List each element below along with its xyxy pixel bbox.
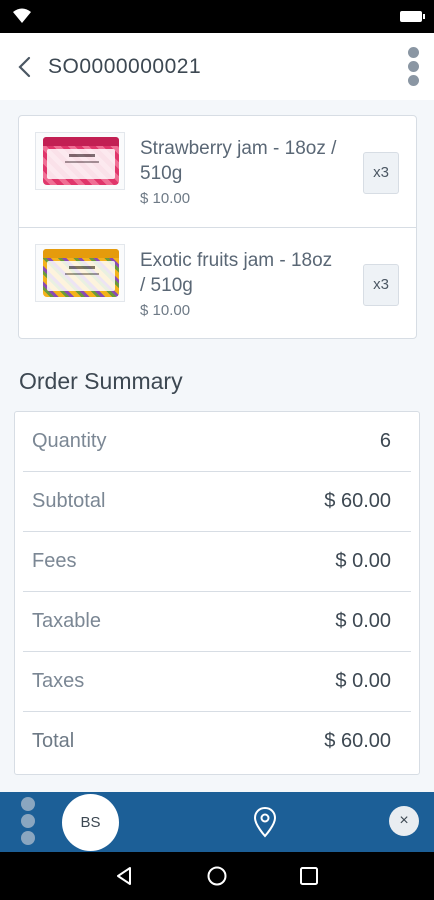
system-navigation-bar: [0, 852, 434, 900]
order-title: SO0000000021: [48, 55, 202, 78]
quantity-badge[interactable]: x3: [363, 152, 399, 194]
order-summary-table: Quantity 6 Subtotal $ 60.00 Fees $ 0.00 …: [14, 411, 420, 775]
product-name: Exotic fruits jam - 18oz / 510g: [140, 250, 333, 296]
summary-row-taxable: Taxable $ 0.00: [15, 592, 419, 652]
order-lines-card: Strawberry jam - 18oz / 510g $ 10.00 x3 …: [18, 115, 417, 339]
location-pin-icon[interactable]: [252, 806, 278, 838]
battery-icon: [400, 11, 425, 22]
summary-row-fees: Fees $ 0.00: [15, 532, 419, 592]
summary-value: $ 60.00: [324, 490, 391, 512]
summary-label: Taxable: [32, 610, 101, 632]
back-arrow-icon[interactable]: [14, 55, 36, 79]
order-content: Strawberry jam - 18oz / 510g $ 10.00 x3 …: [0, 100, 434, 792]
order-line[interactable]: Exotic fruits jam - 18oz / 510g $ 10.00 …: [19, 228, 416, 340]
summary-label: Subtotal: [32, 490, 106, 512]
app-header: SO0000000021: [0, 33, 434, 100]
product-image: [35, 132, 125, 190]
product-price: $ 10.00: [140, 190, 191, 207]
exotic-fruits-jam-jar-image: [43, 249, 119, 297]
quantity-badge[interactable]: x3: [363, 264, 399, 306]
summary-row-total: Total $ 60.00: [15, 712, 419, 772]
avatar[interactable]: BS: [62, 794, 119, 851]
order-line[interactable]: Strawberry jam - 18oz / 510g $ 10.00 x3: [19, 116, 416, 228]
more-vertical-icon[interactable]: [408, 47, 420, 87]
nav-home-icon[interactable]: [205, 864, 229, 888]
bottom-action-bar: BS: [0, 792, 434, 852]
drag-handle-icon[interactable]: [21, 797, 35, 847]
summary-value: 6: [379, 430, 391, 452]
product-image: [35, 244, 125, 302]
status-bar: [0, 0, 434, 33]
close-icon[interactable]: ×: [389, 806, 419, 836]
nav-recent-icon[interactable]: [297, 864, 321, 888]
summary-label: Taxes: [32, 670, 85, 692]
product-name: Strawberry jam - 18oz / 510g: [140, 138, 337, 184]
summary-value: $ 0.00: [335, 670, 391, 692]
summary-row-taxes: Taxes $ 0.00: [15, 652, 419, 712]
summary-value: $ 0.00: [335, 610, 391, 632]
summary-row-quantity: Quantity 6: [15, 412, 419, 472]
summary-label: Fees: [32, 550, 77, 572]
product-price: $ 10.00: [140, 302, 191, 319]
order-summary-heading: Order Summary: [19, 368, 183, 394]
summary-label: Total: [32, 730, 75, 752]
summary-value: $ 0.00: [335, 550, 391, 572]
summary-row-subtotal: Subtotal $ 60.00: [15, 472, 419, 532]
nav-back-icon[interactable]: [112, 864, 136, 888]
summary-value: $ 60.00: [324, 730, 391, 752]
wifi-icon: [13, 8, 31, 23]
summary-label: Quantity: [32, 430, 107, 452]
strawberry-jam-jar-image: [43, 137, 119, 185]
